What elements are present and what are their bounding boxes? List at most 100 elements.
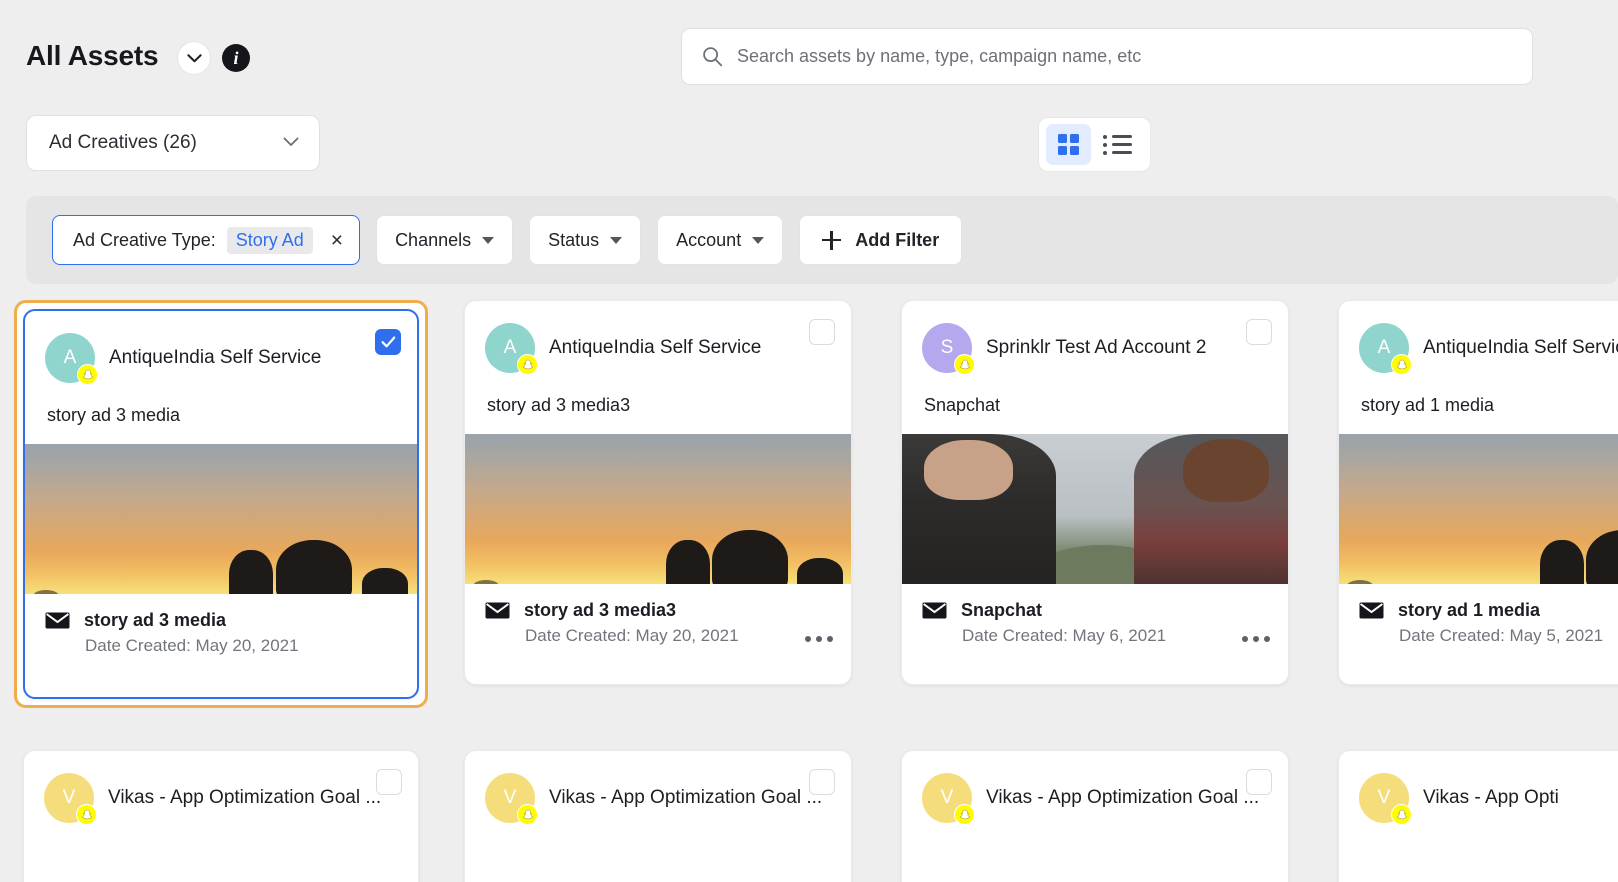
filter-chip-ad-creative-type[interactable]: Ad Creative Type: Story Ad ×	[52, 215, 361, 265]
snapchat-icon	[76, 804, 97, 825]
card-footer: story ad 3 media Date Created: May 20, 2…	[25, 594, 417, 674]
asset-grid: A AntiqueIndia Self Service story ad 3 m…	[0, 300, 1618, 882]
avatar-initial: A	[63, 347, 77, 368]
card-header: A AntiqueIndia Self Service	[465, 301, 851, 375]
card-subtitle: Snapchat	[924, 395, 1001, 415]
avatar: A	[485, 323, 538, 375]
card-subtitle: story ad 1 media	[1361, 395, 1495, 415]
avatar: V	[485, 773, 538, 825]
card-date: Date Created: May 6, 2021	[962, 626, 1167, 645]
card-title: story ad 3 media3	[524, 600, 677, 620]
search-input[interactable]	[737, 46, 1516, 67]
card-footer: story ad 3 media3 Date Created: May 20, …	[465, 584, 851, 664]
filter-bar: Ad Creative Type: Story Ad × Channels St…	[26, 196, 1618, 284]
card-title: Snapchat	[961, 600, 1043, 620]
asset-card[interactable]: V Vikas - App Opti	[1338, 750, 1618, 882]
avatar-initial: S	[940, 337, 954, 358]
card-account-name: Vikas - App Optimization Goal ...	[108, 787, 382, 808]
card-account-name: Vikas - App Opti	[1423, 787, 1559, 808]
card-overflow-menu[interactable]	[1242, 636, 1270, 642]
card-checkbox[interactable]	[809, 319, 835, 345]
card-account-name: AntiqueIndia Self Service	[109, 347, 322, 368]
asset-card[interactable]: A AntiqueIndia Self Service story ad 3 m…	[464, 300, 852, 685]
grid-view-button[interactable]	[1046, 124, 1091, 165]
card-header: V Vikas - App Optimization Goal ...	[902, 751, 1288, 825]
search-bar[interactable]	[681, 28, 1533, 85]
asset-card[interactable]: V Vikas - App Optimization Goal ...	[464, 750, 852, 882]
snapchat-icon	[1391, 354, 1412, 375]
list-icon	[1103, 134, 1132, 155]
avatar: S	[922, 323, 975, 375]
card-subtitle: story ad 3 media	[47, 405, 181, 425]
card-thumbnail[interactable]	[465, 434, 851, 584]
close-icon[interactable]: ×	[331, 230, 343, 251]
avatar-initial: A	[503, 337, 517, 358]
snapchat-icon	[517, 354, 538, 375]
card-date: Date Created: May 5, 2021	[1399, 626, 1604, 645]
card-checkbox[interactable]	[375, 329, 401, 355]
card-date: Date Created: May 20, 2021	[85, 636, 299, 655]
card-account-name: AntiqueIndia Self Service	[1423, 337, 1618, 358]
card-overflow-menu[interactable]	[805, 636, 833, 642]
info-icon[interactable]: i	[222, 44, 250, 72]
card-header: V Vikas - App Optimization Goal ...	[465, 751, 851, 825]
asset-type-select[interactable]: Ad Creatives (26)	[26, 115, 320, 171]
card-checkbox[interactable]	[376, 769, 402, 795]
card-title: story ad 3 media	[84, 610, 227, 630]
snapchat-icon	[954, 804, 975, 825]
asset-card[interactable]: V Vikas - App Optimization Goal ...	[901, 750, 1289, 882]
filter-chip-label: Status	[548, 229, 600, 250]
chevron-down-icon	[752, 236, 765, 244]
card-header: A AntiqueIndia Self Service	[25, 311, 417, 385]
list-view-button[interactable]	[1095, 124, 1140, 165]
card-title: story ad 1 media	[1398, 600, 1541, 620]
card-date: Date Created: May 20, 2021	[525, 626, 739, 645]
chevron-down-icon	[283, 134, 299, 152]
filter-chip-label: Account	[676, 229, 742, 250]
avatar: V	[44, 773, 97, 825]
filter-chip-value: Story Ad	[226, 226, 313, 254]
card-thumbnail[interactable]	[1339, 434, 1618, 584]
plus-icon	[822, 230, 842, 250]
avatar: V	[1359, 773, 1412, 825]
filter-chip-label: Channels	[395, 229, 472, 250]
grid-icon	[1058, 134, 1079, 155]
envelope-icon	[1359, 601, 1384, 620]
card-thumbnail[interactable]	[25, 444, 417, 594]
card-checkbox[interactable]	[1246, 769, 1272, 795]
asset-card[interactable]: A AntiqueIndia Self Service story ad 3 m…	[23, 309, 419, 699]
card-subtitle: story ad 3 media3	[487, 395, 631, 415]
add-filter-button[interactable]: Add Filter	[799, 215, 963, 265]
envelope-icon	[485, 601, 510, 620]
snapchat-icon	[1391, 804, 1412, 825]
search-icon	[702, 46, 723, 67]
info-glyph: i	[233, 47, 239, 68]
page-title: All Assets	[26, 40, 159, 71]
view-toggle	[1038, 117, 1151, 172]
asset-card[interactable]: V Vikas - App Optimization Goal ...	[23, 750, 419, 882]
avatar-initial: V	[503, 787, 517, 808]
card-checkbox[interactable]	[1246, 319, 1272, 345]
card-account-name: Vikas - App Optimization Goal ...	[549, 787, 823, 808]
avatar: A	[1359, 323, 1412, 375]
card-header: V Vikas - App Opti	[1339, 751, 1618, 825]
card-footer: story ad 1 media Date Created: May 5, 20…	[1339, 584, 1618, 664]
snapchat-icon	[517, 804, 538, 825]
card-account-name: Sprinklr Test Ad Account 2	[986, 337, 1207, 358]
asset-card[interactable]: S Sprinklr Test Ad Account 2 Snapchat Sn…	[901, 300, 1289, 685]
filter-chip-label: Ad Creative Type:	[73, 229, 216, 250]
filter-chip-account[interactable]: Account	[657, 215, 784, 265]
avatar: V	[922, 773, 975, 825]
asset-card[interactable]: A AntiqueIndia Self Service story ad 1 m…	[1338, 300, 1618, 685]
card-thumbnail[interactable]	[902, 434, 1288, 584]
card-checkbox[interactable]	[809, 769, 835, 795]
add-filter-label: Add Filter	[855, 229, 940, 250]
card-account-name: AntiqueIndia Self Service	[549, 337, 762, 358]
envelope-icon	[922, 601, 947, 620]
title-dropdown-button[interactable]	[177, 41, 211, 75]
filter-chip-status[interactable]: Status	[529, 215, 642, 265]
filter-chip-channels[interactable]: Channels	[376, 215, 514, 265]
card-account-name: Vikas - App Optimization Goal ...	[986, 787, 1260, 808]
card-header: V Vikas - App Optimization Goal ...	[24, 751, 418, 825]
card-header: S Sprinklr Test Ad Account 2	[902, 301, 1288, 375]
